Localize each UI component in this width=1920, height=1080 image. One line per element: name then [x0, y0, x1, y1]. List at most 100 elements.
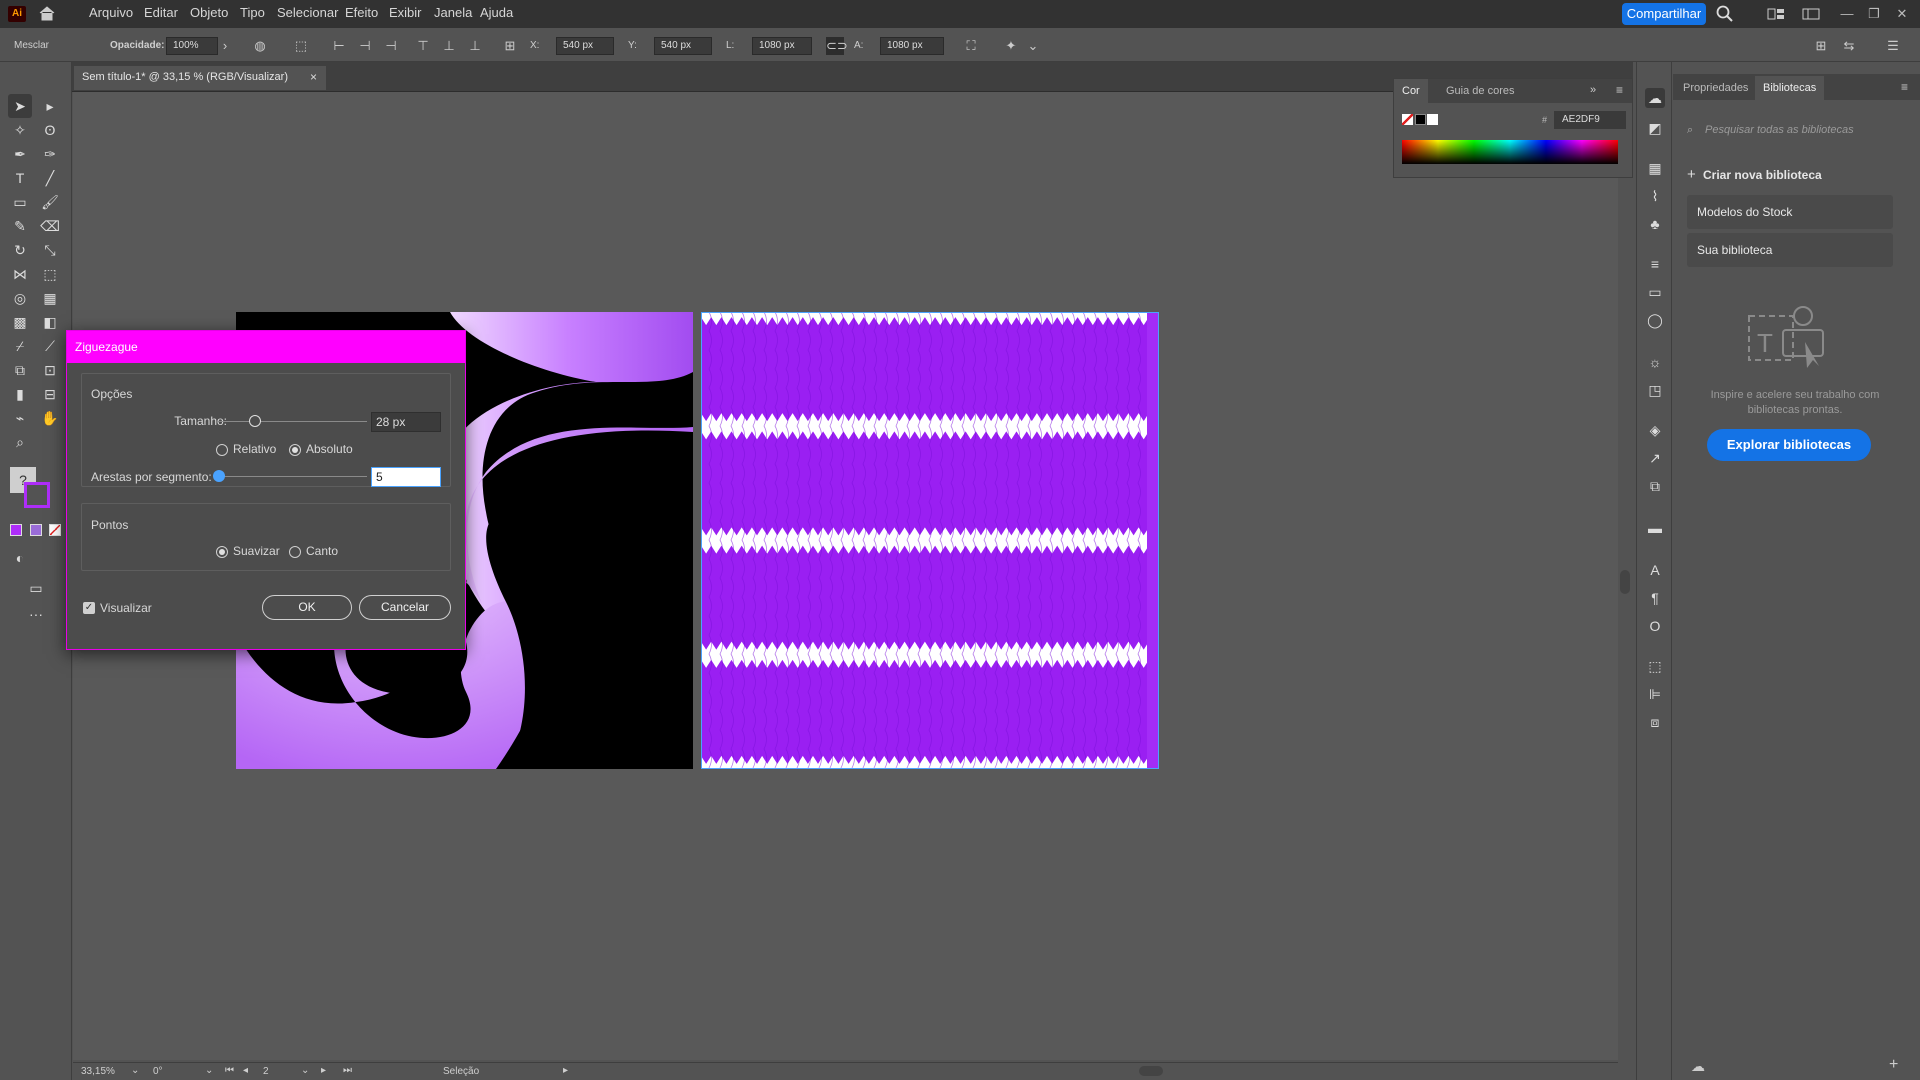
- opacity-field[interactable]: 100%: [166, 37, 218, 55]
- appearance-icon[interactable]: ☼: [1645, 352, 1665, 372]
- close-tab-icon[interactable]: ×: [310, 70, 317, 84]
- panels-icon[interactable]: ⇆: [1840, 37, 1858, 55]
- layers-icon[interactable]: ◈: [1645, 420, 1665, 440]
- ok-button[interactable]: OK: [262, 595, 352, 620]
- magic-wand-icon[interactable]: ✧: [8, 118, 32, 142]
- next-artboard-icon[interactable]: ▸: [321, 1065, 326, 1076]
- artboard-icon[interactable]: ⊟: [38, 382, 62, 406]
- none-mode-icon[interactable]: [49, 524, 61, 536]
- align-middle-icon[interactable]: ⊥: [440, 37, 458, 55]
- zoom-level[interactable]: 33,15%: [81, 1066, 115, 1077]
- black-swatch[interactable]: [1415, 114, 1426, 125]
- measure-icon[interactable]: ⟋: [38, 334, 62, 358]
- tab-properties[interactable]: Propriedades: [1675, 76, 1756, 100]
- library-item[interactable]: Sua biblioteca: [1687, 233, 1893, 267]
- brushes-icon[interactable]: ⌇: [1645, 186, 1665, 206]
- smooth-radio[interactable]: [216, 546, 228, 558]
- search-icon[interactable]: [1716, 5, 1736, 25]
- ridges-input[interactable]: 5: [371, 467, 441, 487]
- puppet-icon[interactable]: ✦: [1002, 37, 1020, 55]
- restore-icon[interactable]: ❐: [1862, 4, 1886, 24]
- corner-radio[interactable]: [289, 546, 301, 558]
- gradient-panel-icon[interactable]: ▭: [1645, 282, 1665, 302]
- size-input[interactable]: 28 px: [371, 412, 441, 432]
- vertical-scrollbar[interactable]: [1620, 570, 1630, 594]
- align-panel-icon[interactable]: ⊫: [1645, 684, 1665, 704]
- libraries-menu-icon[interactable]: ≡: [1901, 80, 1908, 94]
- pathfinder-icon[interactable]: ⧈: [1645, 712, 1665, 732]
- zoom-icon[interactable]: ⌕: [8, 430, 32, 454]
- menu-tipo[interactable]: Tipo: [232, 0, 273, 28]
- minimize-icon[interactable]: —: [1835, 4, 1859, 24]
- last-artboard-icon[interactable]: ⏭: [343, 1065, 352, 1076]
- blend-icon[interactable]: ⧉: [8, 358, 32, 382]
- first-artboard-icon[interactable]: ⏮: [225, 1065, 234, 1076]
- tab-libraries[interactable]: Bibliotecas: [1755, 76, 1825, 100]
- zoom-dropdown-icon[interactable]: ⌄: [131, 1065, 139, 1076]
- y-field[interactable]: 540 px: [654, 37, 712, 55]
- artboard-dropdown-icon[interactable]: ⌄: [301, 1065, 309, 1076]
- gradient-icon[interactable]: ◧: [38, 310, 62, 334]
- type-icon[interactable]: T: [8, 166, 32, 190]
- pen-icon[interactable]: ✒: [8, 142, 32, 166]
- fit-icon[interactable]: ⛶: [962, 37, 980, 55]
- chevron-down-icon[interactable]: ⌄: [1024, 37, 1042, 55]
- globe-icon[interactable]: ◍: [251, 37, 269, 55]
- none-swatch[interactable]: [1402, 114, 1413, 125]
- align-left-icon[interactable]: ⊢: [330, 37, 348, 55]
- perspective-icon[interactable]: ▦: [38, 286, 62, 310]
- direct-selection-icon[interactable]: ▸: [38, 94, 62, 118]
- relative-radio[interactable]: [216, 444, 228, 456]
- opentype-icon[interactable]: O: [1645, 616, 1665, 636]
- workspace-icon[interactable]: [1802, 7, 1820, 21]
- hex-field[interactable]: AE2DF9: [1554, 111, 1626, 129]
- height-field[interactable]: 1080 px: [880, 37, 944, 55]
- home-icon[interactable]: [38, 5, 58, 23]
- selection-bounding-box[interactable]: [701, 312, 1159, 769]
- arrange-docs-icon[interactable]: ⊞: [1812, 37, 1830, 55]
- rotation-dropdown-icon[interactable]: ⌄: [205, 1065, 213, 1076]
- document-tab[interactable]: Sem título-1* @ 33,15 % (RGB/Visualizar)…: [74, 66, 326, 90]
- align-bottom-icon[interactable]: ⊥: [466, 37, 484, 55]
- menu-ajuda[interactable]: Ajuda: [472, 0, 521, 28]
- create-library-link[interactable]: Criar nova biblioteca: [1703, 168, 1822, 182]
- distribute-icon[interactable]: ⊞: [501, 37, 519, 55]
- draw-mode-icon[interactable]: ◐: [8, 546, 32, 570]
- x-field[interactable]: 540 px: [556, 37, 614, 55]
- screen-mode-icon[interactable]: ▭: [24, 576, 48, 600]
- preview-checkbox[interactable]: ✓: [83, 602, 95, 614]
- link-icon[interactable]: ⊂⊃: [826, 37, 848, 55]
- arrange-icon[interactable]: [1767, 7, 1785, 21]
- selection-icon[interactable]: ➤: [8, 94, 32, 118]
- ridges-slider-track[interactable]: [217, 476, 367, 477]
- size-slider-track[interactable]: [217, 421, 367, 422]
- menu-selecionar[interactable]: Selecionar: [269, 0, 346, 28]
- eraser-icon[interactable]: ⌫: [38, 214, 62, 238]
- graphic-styles-icon[interactable]: ◳: [1645, 380, 1665, 400]
- shape-builder-icon[interactable]: ◎: [8, 286, 32, 310]
- lasso-icon[interactable]: ʘ: [38, 118, 62, 142]
- width-tool-icon[interactable]: ⋈: [8, 262, 32, 286]
- stroke-swatch[interactable]: [24, 482, 50, 508]
- explore-libraries-button[interactable]: Explorar bibliotecas: [1707, 429, 1871, 461]
- transparency-icon[interactable]: ◯: [1645, 310, 1665, 330]
- tab-color[interactable]: Cor: [1394, 79, 1428, 103]
- align-right-icon[interactable]: ⊣: [382, 37, 400, 55]
- rotate-icon[interactable]: ↻: [8, 238, 32, 262]
- character-icon[interactable]: A: [1645, 560, 1665, 580]
- absolute-radio[interactable]: [289, 444, 301, 456]
- stroke-icon[interactable]: ≡: [1645, 254, 1665, 274]
- status-menu-icon[interactable]: ▸: [563, 1065, 568, 1076]
- chevron-right-icon[interactable]: ›: [216, 37, 234, 55]
- color-icon[interactable]: ◩: [1645, 118, 1665, 138]
- menu-arquivo[interactable]: Arquivo: [81, 0, 141, 28]
- slice-icon[interactable]: ⌁: [8, 406, 32, 430]
- align-top-icon[interactable]: ⊤: [414, 37, 432, 55]
- menu-efeito[interactable]: Efeito: [337, 0, 386, 28]
- paragraph-icon[interactable]: ¶: [1645, 588, 1665, 608]
- panel-menu-icon[interactable]: ≡: [1616, 83, 1623, 97]
- swatches-icon[interactable]: ▦: [1645, 158, 1665, 178]
- mesh-icon[interactable]: ▩: [8, 310, 32, 334]
- add-icon[interactable]: +: [1889, 1056, 1898, 1074]
- symbol-sprayer-icon[interactable]: ⊡: [38, 358, 62, 382]
